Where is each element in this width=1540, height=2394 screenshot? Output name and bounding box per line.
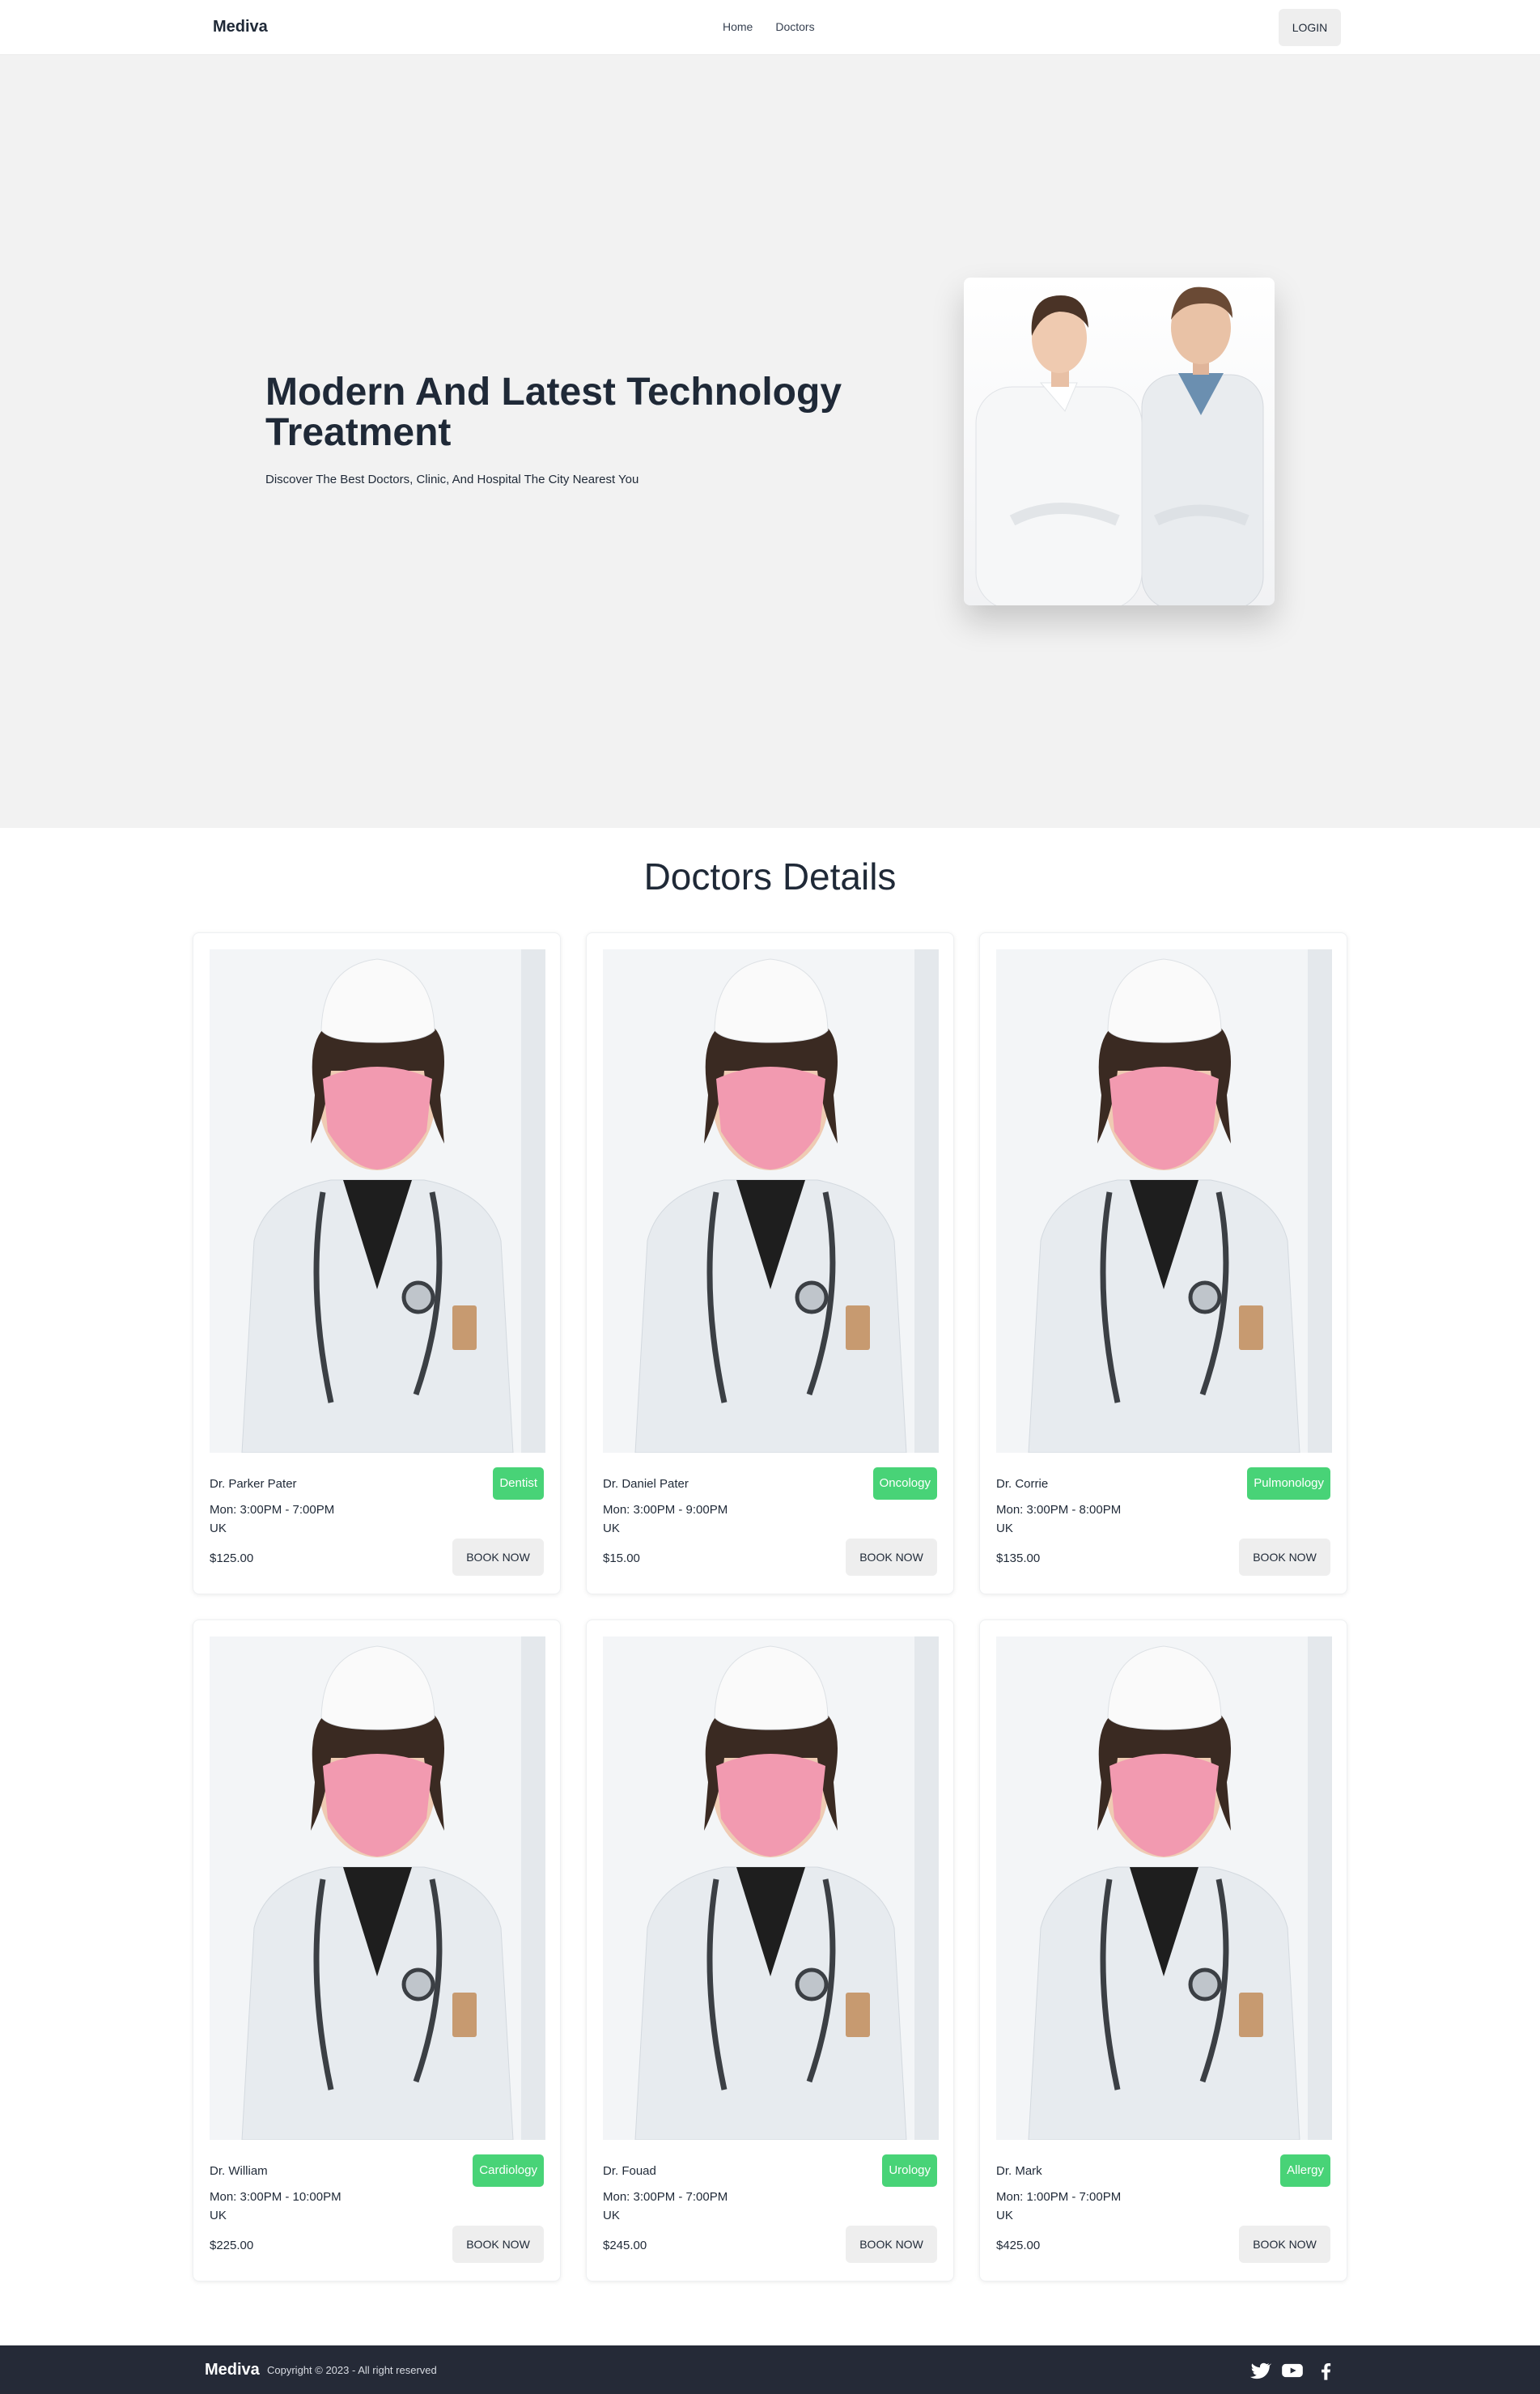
footer: Mediva Copyright © 2023 - All right rese… bbox=[0, 2345, 1540, 2394]
doctor-hours: Mon: 3:00PM - 8:00PM bbox=[996, 1503, 1122, 1517]
doctor-photo bbox=[210, 949, 545, 1453]
doctor-price: $425.00 bbox=[996, 2239, 1041, 2252]
doctor-price: $15.00 bbox=[603, 1551, 640, 1565]
navbar: Mediva Home Doctors LOGIN bbox=[0, 0, 1540, 55]
footer-copyright: Copyright © 2023 - All right reserved bbox=[267, 2364, 437, 2376]
hero-subtitle: Discover The Best Doctors, Clinic, And H… bbox=[265, 473, 639, 486]
doctor-hours: Mon: 3:00PM - 7:00PM bbox=[210, 1503, 335, 1517]
doctor-card: Dr. Parker Pater Dentist Mon: 3:00PM - 7… bbox=[193, 932, 561, 1594]
doctor-name: Dr. Parker Pater bbox=[210, 1477, 297, 1491]
doctor-name: Dr. William bbox=[210, 2164, 268, 2178]
doctor-photo bbox=[996, 949, 1332, 1453]
footer-brand: Mediva bbox=[205, 2361, 260, 2379]
book-now-button[interactable]: BOOK NOW bbox=[846, 1539, 937, 1576]
doctor-name: Dr. Fouad bbox=[603, 2164, 656, 2178]
doctor-price: $135.00 bbox=[996, 1551, 1041, 1565]
nav-link-doctors[interactable]: Doctors bbox=[775, 20, 814, 33]
specialty-badge: Urology bbox=[882, 2154, 937, 2187]
doctor-hours: Mon: 3:00PM - 7:00PM bbox=[603, 2190, 728, 2204]
specialty-badge: Dentist bbox=[493, 1467, 544, 1500]
doctor-illustration bbox=[603, 1636, 939, 2140]
book-now-button[interactable]: BOOK NOW bbox=[452, 1539, 544, 1576]
twitter-icon[interactable] bbox=[1249, 2359, 1272, 2382]
doctor-country: UK bbox=[210, 1522, 227, 1535]
doctor-illustration bbox=[603, 949, 939, 1453]
doctor-price: $125.00 bbox=[210, 1551, 254, 1565]
facebook-icon[interactable] bbox=[1314, 2359, 1337, 2382]
brand-logo[interactable]: Mediva bbox=[213, 18, 268, 36]
doctor-price: $245.00 bbox=[603, 2239, 647, 2252]
doctor-country: UK bbox=[996, 1522, 1013, 1535]
doctor-country: UK bbox=[210, 2209, 227, 2222]
doctor-photo bbox=[210, 1636, 545, 2140]
youtube-icon[interactable] bbox=[1281, 2359, 1304, 2382]
specialty-badge: Allergy bbox=[1280, 2154, 1330, 2187]
doctor-country: UK bbox=[996, 2209, 1013, 2222]
doctor-photo bbox=[996, 1636, 1332, 2140]
nav-links: Home Doctors bbox=[723, 20, 815, 33]
doctor-illustration bbox=[210, 1636, 545, 2140]
doctor-photo bbox=[603, 949, 939, 1453]
hero-section: Modern And Latest Technology Treatment D… bbox=[0, 55, 1540, 828]
doctor-price: $225.00 bbox=[210, 2239, 254, 2252]
doctor-country: UK bbox=[603, 2209, 620, 2222]
doctor-card: Dr. Corrie Pulmonology Mon: 3:00PM - 8:0… bbox=[979, 932, 1347, 1594]
doctor-card: Dr. William Cardiology Mon: 3:00PM - 10:… bbox=[193, 1619, 561, 2282]
doctors-illustration bbox=[975, 287, 1264, 605]
doctor-illustration bbox=[996, 949, 1332, 1453]
doctor-card: Dr. Fouad Urology Mon: 3:00PM - 7:00PM U… bbox=[586, 1619, 954, 2282]
doctor-country: UK bbox=[603, 1522, 620, 1535]
doctor-photo bbox=[603, 1636, 939, 2140]
hero-title: Modern And Latest Technology Treatment bbox=[265, 371, 842, 454]
section-title: Doctors Details bbox=[643, 855, 897, 898]
book-now-button[interactable]: BOOK NOW bbox=[1239, 2226, 1330, 2263]
doctor-card: Dr. Daniel Pater Oncology Mon: 3:00PM - … bbox=[586, 932, 954, 1594]
book-now-button[interactable]: BOOK NOW bbox=[452, 2226, 544, 2263]
doctors-photo bbox=[964, 278, 1275, 605]
login-button[interactable]: LOGIN bbox=[1279, 9, 1341, 46]
doctor-hours: Mon: 1:00PM - 7:00PM bbox=[996, 2190, 1122, 2204]
book-now-button[interactable]: BOOK NOW bbox=[1239, 1539, 1330, 1576]
doctor-name: Dr. Mark bbox=[996, 2164, 1042, 2178]
specialty-badge: Cardiology bbox=[473, 2154, 544, 2187]
doctor-hours: Mon: 3:00PM - 9:00PM bbox=[603, 1503, 728, 1517]
nav-link-home[interactable]: Home bbox=[723, 20, 753, 33]
doctor-illustration bbox=[996, 1636, 1332, 2140]
specialty-badge: Pulmonology bbox=[1247, 1467, 1330, 1500]
book-now-button[interactable]: BOOK NOW bbox=[846, 2226, 937, 2263]
doctor-name: Dr. Corrie bbox=[996, 1477, 1049, 1491]
doctor-hours: Mon: 3:00PM - 10:00PM bbox=[210, 2190, 342, 2204]
specialty-badge: Oncology bbox=[872, 1467, 937, 1500]
doctor-name: Dr. Daniel Pater bbox=[603, 1477, 689, 1491]
doctor-card: Dr. Mark Allergy Mon: 1:00PM - 7:00PM UK… bbox=[979, 1619, 1347, 2282]
doctor-illustration bbox=[210, 949, 545, 1453]
